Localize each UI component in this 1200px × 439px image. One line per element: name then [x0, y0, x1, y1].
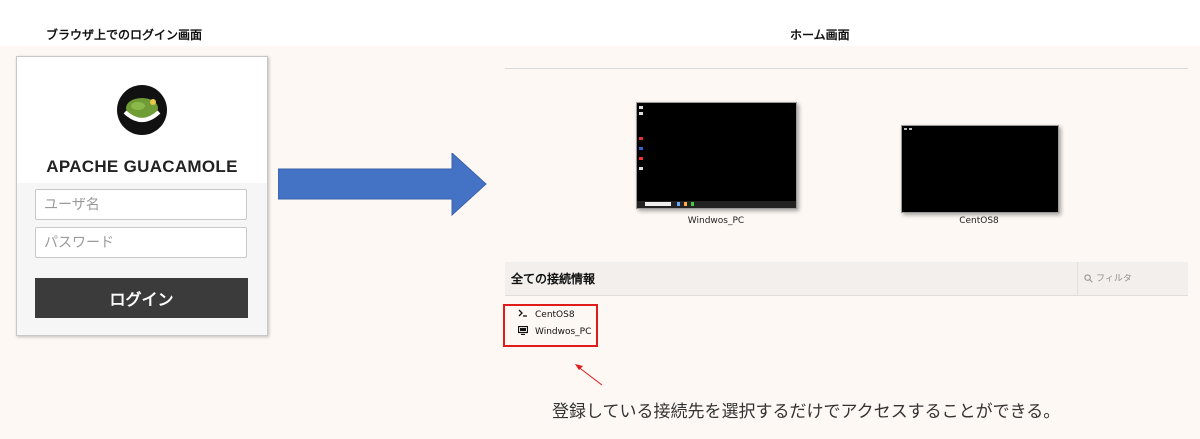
guacamole-logo-icon: [117, 85, 167, 135]
recent-connection-thumbnail-windows[interactable]: [636, 102, 797, 209]
all-connections-title: 全ての接続情報: [511, 272, 596, 286]
password-field[interactable]: [35, 227, 247, 258]
terminal-icon: [517, 309, 529, 320]
connection-item-windows[interactable]: Windwos_PC: [517, 325, 592, 338]
login-panel: APACHE GUACAMOLE ログイン: [16, 56, 268, 336]
username-field[interactable]: [35, 189, 247, 220]
windows-desktop-preview-icon: [637, 103, 796, 208]
connection-item-centos[interactable]: CentOS8: [517, 309, 575, 320]
login-button[interactable]: ログイン: [35, 278, 248, 318]
recent-connection-label-windows[interactable]: Windwos_PC: [656, 216, 776, 226]
annotation-arrow-icon: [575, 364, 603, 386]
terminal-preview-icon: [902, 126, 1058, 212]
annotation-note: 登録している接続先を選択するだけでアクセスすることができる。: [552, 402, 1061, 422]
arrow-right-icon: [278, 153, 487, 217]
filter-input[interactable]: [1093, 273, 1186, 284]
app-title: APACHE GUACAMOLE: [46, 157, 238, 176]
home-header-divider: [505, 68, 1188, 69]
connection-list-highlight: CentOS8 Windwos_PC: [503, 304, 598, 347]
search-icon: [1084, 274, 1093, 283]
connection-name: CentOS8: [535, 309, 575, 320]
monitor-icon: [517, 325, 529, 338]
filter-box[interactable]: [1077, 262, 1186, 295]
connection-name: Windwos_PC: [535, 327, 592, 337]
recent-connection-label-centos[interactable]: CentOS8: [919, 216, 1039, 226]
login-screen-caption: ブラウザ上でのログイン画面: [46, 28, 203, 42]
home-screen-caption: ホーム画面: [790, 28, 850, 42]
all-connections-header: 全ての接続情報: [505, 262, 1188, 296]
recent-connection-thumbnail-centos[interactable]: [901, 125, 1059, 213]
